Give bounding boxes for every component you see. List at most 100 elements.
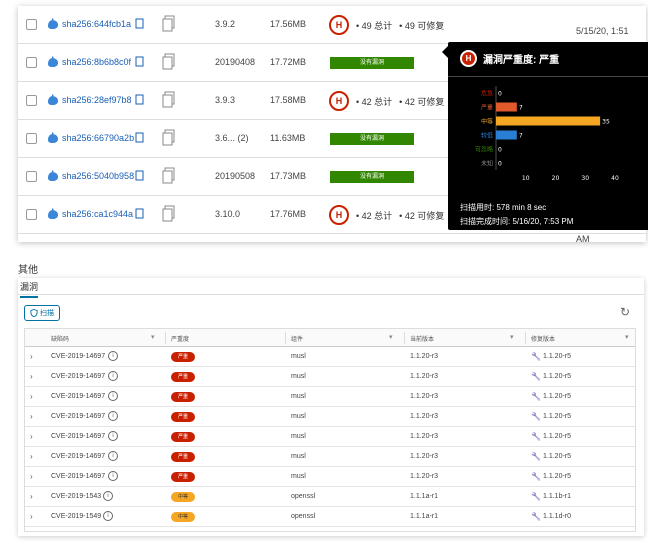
info-icon[interactable]: i <box>108 351 118 361</box>
expand-chevron-icon[interactable]: › <box>30 512 33 521</box>
artifact-size: 17.72MB <box>270 57 307 67</box>
copy-icon[interactable] <box>135 94 144 105</box>
fixed-version: 1.1.20-r5 <box>543 433 572 440</box>
image-icon <box>46 17 60 31</box>
table-row[interactable]: › CVE-2019-14697 i 严重 musl 1.1.20-r3 🔧 1.1.20-r… <box>25 407 635 427</box>
artifact-digest-link[interactable]: sha256:66790a2b <box>62 133 134 143</box>
copy-icon[interactable] <box>135 208 144 219</box>
info-icon[interactable]: i <box>108 431 118 441</box>
artifact-digest-link[interactable]: sha256:644fcb1a <box>62 19 131 29</box>
artifact-tag: 3.10.0 <box>215 209 241 219</box>
info-icon[interactable]: i <box>103 511 113 521</box>
document-icon[interactable] <box>162 167 175 184</box>
filter-icon[interactable]: ▾ <box>389 333 393 341</box>
vuln-fixable: • 42 可修复 <box>399 96 445 107</box>
data-label: 35 <box>602 119 610 126</box>
table-row[interactable]: › CVE-2019-14697 i 严重 musl 1.1.20-r3 🔧 1.1.20-r… <box>25 467 635 487</box>
col-header-cve[interactable]: 缺陷码 <box>51 334 69 343</box>
table-row[interactable]: › CVE-2019-14697 i 严重 musl 1.1.20-r3 🔧 1.1.20-r… <box>25 367 635 387</box>
data-label: 0 <box>498 91 502 98</box>
expand-chevron-icon[interactable]: › <box>30 352 33 361</box>
document-icon[interactable] <box>162 53 175 70</box>
table-row[interactable]: › CVE-2019-14697 i 严重 musl 1.1.20-r3 🔧 1.1.20-r… <box>25 347 635 367</box>
copy-icon[interactable] <box>135 170 144 181</box>
fixed-version: 1.1.20-r5 <box>543 393 572 400</box>
document-icon[interactable] <box>162 205 175 222</box>
expand-chevron-icon[interactable]: › <box>30 412 33 421</box>
artifact-size: 17.56MB <box>270 19 307 29</box>
info-icon[interactable]: i <box>108 411 118 421</box>
filter-icon[interactable]: ▾ <box>151 333 155 341</box>
expand-chevron-icon[interactable]: › <box>30 452 33 461</box>
tab-vulnerabilities[interactable]: 漏洞 <box>20 280 39 298</box>
cve-id: CVE-2019-1543 <box>51 493 102 500</box>
category-label: 严重 <box>481 104 493 112</box>
artifact-size: 17.58MB <box>270 95 307 105</box>
wrench-icon: 🔧 <box>531 512 541 521</box>
vulnerability-summary[interactable]: H • 49 总计 • 49 可修复 <box>329 12 444 38</box>
col-header-fixed-version[interactable]: 修复版本 <box>531 334 555 343</box>
wrench-icon: 🔧 <box>531 472 541 481</box>
col-header-severity[interactable]: 严重度 <box>171 334 189 343</box>
severity-badge: 严重 <box>171 472 195 482</box>
vulnerability-tooltip: H 漏洞严重度: 严重 危急 0 严重 7 中等 35 较低 7 可忽略 0 未知 0 10 20 30 40… <box>442 42 648 230</box>
vulnerability-summary[interactable]: H • 42 总计 • 42 可修复 <box>329 88 444 114</box>
document-icon[interactable] <box>162 91 175 108</box>
artifact-tag: 3.9.2 <box>215 19 236 29</box>
copy-icon[interactable] <box>135 56 144 67</box>
expand-chevron-icon[interactable]: › <box>30 492 33 501</box>
data-label: 0 <box>498 147 502 154</box>
artifact-digest-link[interactable]: sha256:ca1c944a <box>62 209 133 219</box>
info-icon[interactable]: i <box>108 391 118 401</box>
scan-duration: 扫描用时: 578 min 8 sec <box>460 203 547 212</box>
scan-button[interactable]: 扫描 <box>24 305 60 321</box>
info-icon[interactable]: i <box>108 471 118 481</box>
info-icon[interactable]: i <box>103 491 113 501</box>
column-divider <box>285 332 286 344</box>
severity-bar-chart: 危急 0 严重 7 中等 35 较低 7 可忽略 0 未知 0 10 20 30 40 <box>475 86 619 182</box>
table-row[interactable]: › CVE-2019-1543 i 中等 openssl 1.1.1a-r1 🔧 1.1.1b… <box>25 487 635 507</box>
tooltip-divider <box>448 76 648 77</box>
info-icon[interactable]: i <box>108 371 118 381</box>
expand-chevron-icon[interactable]: › <box>30 392 33 401</box>
row-checkbox[interactable] <box>26 95 37 106</box>
package-name: musl <box>291 353 306 360</box>
table-row[interactable]: › CVE-2019-1549 i 中等 openssl 1.1.1a-r1 🔧 1.1.1d… <box>25 507 635 527</box>
table-row[interactable]: › CVE-2019-14697 i 严重 musl 1.1.20-r3 🔧 1.1.20-r… <box>25 427 635 447</box>
filter-icon[interactable]: ▾ <box>625 333 629 341</box>
cve-id: CVE-2019-14697 <box>51 453 106 460</box>
artifact-digest-link[interactable]: sha256:8b6b8c0f <box>62 57 131 67</box>
copy-icon[interactable] <box>135 18 144 29</box>
document-icon[interactable] <box>162 15 175 32</box>
wrench-icon: 🔧 <box>531 392 541 401</box>
wrench-icon: 🔧 <box>531 452 541 461</box>
copy-icon[interactable] <box>135 132 144 143</box>
severity-high-icon: H <box>329 15 349 35</box>
row-checkbox[interactable] <box>26 171 37 182</box>
filter-icon[interactable]: ▾ <box>510 333 514 341</box>
data-label: 7 <box>519 105 523 112</box>
col-header-package[interactable]: 组件 <box>291 334 303 343</box>
row-checkbox[interactable] <box>26 57 37 68</box>
expand-chevron-icon[interactable]: › <box>30 472 33 481</box>
row-checkbox[interactable] <box>26 133 37 144</box>
package-name: musl <box>291 413 306 420</box>
severity-high-icon: H <box>460 50 477 67</box>
vulnerability-summary[interactable]: H • 42 总计 • 42 可修复 <box>329 202 444 228</box>
row-checkbox[interactable] <box>26 19 37 30</box>
expand-chevron-icon[interactable]: › <box>30 432 33 441</box>
document-icon[interactable] <box>162 129 175 146</box>
tick-label: 20 <box>552 175 560 182</box>
category-label: 可忽略 <box>475 146 493 154</box>
row-checkbox[interactable] <box>26 209 37 220</box>
fixed-version: 1.1.20-r5 <box>543 473 572 480</box>
col-header-current-version[interactable]: 当前版本 <box>410 334 434 343</box>
table-row[interactable]: › CVE-2019-14697 i 严重 musl 1.1.20-r3 🔧 1.1.20-r… <box>25 387 635 407</box>
artifact-digest-link[interactable]: sha256:28ef97b8 <box>62 95 132 105</box>
artifact-row[interactable]: sha256:644fcb1a 3.9.2 17.56MB H • 49 总计 • 49 … <box>18 6 646 44</box>
refresh-icon[interactable]: ↻ <box>620 305 630 319</box>
table-row[interactable]: › CVE-2019-14697 i 严重 musl 1.1.20-r3 🔧 1.1.20-r… <box>25 447 635 467</box>
info-icon[interactable]: i <box>108 451 118 461</box>
expand-chevron-icon[interactable]: › <box>30 372 33 381</box>
artifact-digest-link[interactable]: sha256:5040b958 <box>62 171 134 181</box>
